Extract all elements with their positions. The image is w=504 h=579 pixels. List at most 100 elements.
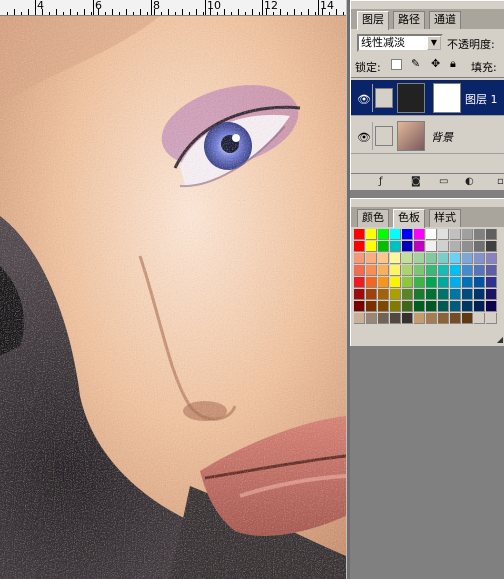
color-swatch[interactable] — [438, 229, 449, 240]
new-set-icon[interactable]: ▭ — [439, 176, 448, 187]
color-swatch[interactable] — [450, 229, 461, 240]
layer-row-background[interactable]: 👁︎ 背景 — [351, 118, 504, 154]
color-swatch[interactable] — [486, 229, 497, 240]
lock-image-icon[interactable]: ✎ — [411, 57, 422, 70]
color-swatch[interactable] — [414, 241, 425, 252]
color-swatch[interactable] — [438, 241, 449, 252]
color-swatch[interactable] — [474, 241, 485, 252]
color-swatch[interactable] — [486, 277, 497, 288]
color-swatch[interactable] — [450, 277, 461, 288]
tab-color[interactable]: 颜色 — [357, 209, 389, 227]
color-swatch[interactable] — [438, 289, 449, 300]
color-swatch[interactable] — [414, 265, 425, 276]
blend-mode-select[interactable]: 线性减淡 ▼ — [357, 34, 443, 52]
color-swatch[interactable] — [366, 241, 377, 252]
color-swatch[interactable] — [378, 229, 389, 240]
color-swatch[interactable] — [414, 313, 425, 324]
color-swatch[interactable] — [474, 301, 485, 312]
color-swatch[interactable] — [438, 253, 449, 264]
document-canvas-area[interactable]: 4 6 8 10 12 14 — [0, 0, 346, 579]
color-swatch[interactable] — [474, 253, 485, 264]
color-swatch[interactable] — [378, 277, 389, 288]
color-swatch[interactable] — [450, 265, 461, 276]
tab-layers[interactable]: 图层 — [357, 11, 389, 30]
tab-swatches[interactable]: 色板 — [393, 209, 425, 228]
color-swatch[interactable] — [474, 289, 485, 300]
color-swatch[interactable] — [366, 301, 377, 312]
color-swatch[interactable] — [390, 265, 401, 276]
color-swatch[interactable] — [402, 313, 413, 324]
layer-link-toggle[interactable] — [375, 88, 393, 108]
color-swatch[interactable] — [426, 265, 437, 276]
color-swatch[interactable] — [354, 241, 365, 252]
color-swatch[interactable] — [366, 253, 377, 264]
color-swatch[interactable] — [450, 301, 461, 312]
color-swatch[interactable] — [390, 289, 401, 300]
color-swatch[interactable] — [378, 289, 389, 300]
color-swatch[interactable] — [354, 229, 365, 240]
tab-paths[interactable]: 路径 — [393, 11, 425, 29]
lock-all-icon[interactable]: 🔒︎ — [450, 57, 461, 70]
lock-transparency-checkbox[interactable] — [391, 59, 402, 70]
color-swatch[interactable] — [402, 277, 413, 288]
layer-style-icon[interactable]: ƒ — [379, 176, 383, 187]
color-swatch[interactable] — [486, 253, 497, 264]
color-swatch[interactable] — [354, 301, 365, 312]
color-swatch[interactable] — [390, 301, 401, 312]
color-swatch[interactable] — [486, 313, 497, 324]
color-swatch[interactable] — [462, 241, 473, 252]
color-swatch[interactable] — [462, 277, 473, 288]
visibility-toggle[interactable]: 👁︎ — [353, 122, 373, 150]
tab-channels[interactable]: 通道 — [429, 11, 461, 29]
color-swatch[interactable] — [450, 289, 461, 300]
color-swatch[interactable] — [390, 241, 401, 252]
color-swatch[interactable] — [486, 289, 497, 300]
color-swatch[interactable] — [378, 265, 389, 276]
color-swatch[interactable] — [438, 301, 449, 312]
color-swatch[interactable] — [402, 241, 413, 252]
layer-name[interactable]: 图层 1 — [465, 91, 498, 107]
color-swatch[interactable] — [462, 229, 473, 240]
color-swatch[interactable] — [354, 265, 365, 276]
color-swatch[interactable] — [462, 265, 473, 276]
color-swatch[interactable] — [378, 241, 389, 252]
color-swatch[interactable] — [390, 277, 401, 288]
color-swatch[interactable] — [366, 265, 377, 276]
visibility-toggle[interactable]: 👁︎ — [353, 84, 373, 112]
layer-link-toggle[interactable] — [375, 126, 393, 146]
tab-styles[interactable]: 样式 — [429, 209, 461, 227]
color-swatch[interactable] — [462, 301, 473, 312]
color-swatch[interactable] — [426, 241, 437, 252]
layer-name[interactable]: 背景 — [431, 129, 453, 145]
resize-grip-icon[interactable]: ◢ — [497, 335, 503, 344]
color-swatch[interactable] — [438, 265, 449, 276]
color-swatch[interactable] — [438, 277, 449, 288]
horizontal-ruler[interactable]: 4 6 8 10 12 14 — [0, 0, 346, 16]
color-swatch[interactable] — [366, 313, 377, 324]
color-swatch[interactable] — [426, 229, 437, 240]
color-swatch[interactable] — [414, 289, 425, 300]
new-layer-icon[interactable]: ▫ — [497, 176, 504, 187]
color-swatch[interactable] — [366, 229, 377, 240]
lock-position-icon[interactable]: ✥ — [431, 57, 442, 70]
color-swatch[interactable] — [474, 265, 485, 276]
color-swatch[interactable] — [450, 253, 461, 264]
color-swatch[interactable] — [462, 253, 473, 264]
color-swatch[interactable] — [450, 241, 461, 252]
color-swatch[interactable] — [414, 301, 425, 312]
color-swatch[interactable] — [426, 289, 437, 300]
color-swatch[interactable] — [486, 265, 497, 276]
color-swatch[interactable] — [414, 253, 425, 264]
color-swatch[interactable] — [426, 301, 437, 312]
color-swatch[interactable] — [426, 253, 437, 264]
layer-mask-thumbnail[interactable] — [433, 83, 461, 113]
color-swatch[interactable] — [354, 289, 365, 300]
color-swatch[interactable] — [462, 289, 473, 300]
mask-icon[interactable]: ◙ — [411, 176, 421, 187]
color-swatch[interactable] — [402, 265, 413, 276]
layer-row-layer-1[interactable]: 👁︎ 图层 1 — [351, 80, 504, 116]
color-swatch[interactable] — [354, 313, 365, 324]
color-swatch[interactable] — [426, 313, 437, 324]
color-swatch[interactable] — [402, 289, 413, 300]
adjustment-icon[interactable]: ◐ — [465, 176, 474, 187]
